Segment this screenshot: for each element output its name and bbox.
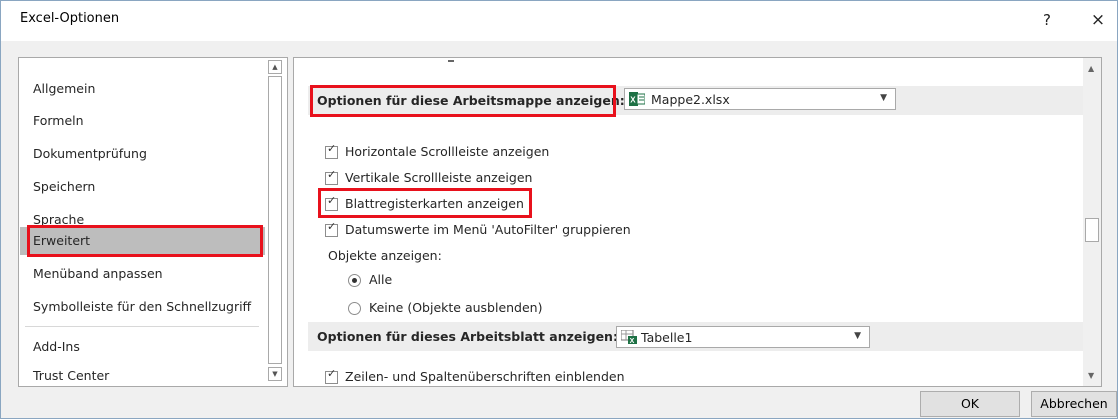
chevron-down-icon: ▼	[854, 331, 861, 341]
svg-text:X: X	[630, 338, 635, 344]
annotation-highlight-sheet-tabs	[318, 188, 532, 218]
sidebar-item-menueband[interactable]: Menüband anpassen	[20, 263, 265, 285]
sidebar-item-allgemein[interactable]: Allgemein	[20, 78, 265, 100]
excel-options-dialog: Excel-Optionen ? × Allgemein Formeln Dok…	[0, 0, 1118, 419]
scroll-down-icon[interactable]: ▼	[268, 367, 282, 381]
workbook-dropdown-value: Mappe2.xlsx	[651, 92, 730, 107]
option-row-col-headers[interactable]: Zeilen- und Spaltenüberschriften einblen…	[345, 367, 625, 386]
radio-all[interactable]	[348, 274, 361, 287]
sheet-dropdown[interactable]: X Tabelle1 ▼	[616, 326, 870, 348]
svg-text:X: X	[630, 96, 636, 105]
ok-button[interactable]: OK	[920, 391, 1020, 417]
workbook-dropdown[interactable]: X Mappe2.xlsx ▼	[624, 88, 896, 110]
checkbox-vertical-scroll[interactable]	[325, 168, 338, 185]
excel-workbook-icon: X	[629, 92, 645, 106]
sidebar-item-trust-center[interactable]: Trust Center	[20, 365, 265, 386]
checkbox-group-dates[interactable]	[325, 220, 338, 237]
scroll-remnant	[448, 60, 454, 62]
option-vertical-scroll[interactable]: Vertikale Scrollleiste anzeigen	[345, 168, 532, 188]
sidebar-item-dokumentpruefung[interactable]: Dokumentprüfung	[20, 143, 265, 165]
panel-scroll-thumb[interactable]	[1085, 218, 1099, 242]
nav-divider	[25, 326, 259, 327]
radio-none-label[interactable]: Keine (Objekte ausblenden)	[369, 298, 542, 318]
objects-label: Objekte anzeigen:	[328, 248, 442, 263]
sheet-dropdown-value: Tabelle1	[641, 330, 693, 345]
scroll-up-icon[interactable]: ▲	[1088, 64, 1094, 73]
sidebar-item-formeln[interactable]: Formeln	[20, 110, 265, 132]
excel-sheet-icon: X	[621, 330, 637, 344]
panel-scrollbar[interactable]: ▲ ▼	[1083, 58, 1101, 386]
scroll-down-icon[interactable]: ▼	[1088, 371, 1094, 380]
radio-none[interactable]	[348, 302, 361, 315]
option-group-dates[interactable]: Datumswerte im Menü 'AutoFilter' gruppie…	[345, 220, 631, 240]
checkbox-horizontal-scroll[interactable]	[325, 142, 338, 159]
nav-scroll-thumb[interactable]	[268, 76, 282, 364]
close-button[interactable]: ×	[1086, 9, 1110, 31]
annotation-highlight-erweitert	[27, 225, 263, 257]
checkbox-row-col-headers[interactable]	[325, 367, 338, 384]
sidebar-item-addins[interactable]: Add-Ins	[20, 336, 265, 358]
radio-all-label[interactable]: Alle	[369, 270, 392, 290]
scroll-up-icon[interactable]: ▲	[268, 60, 282, 74]
dialog-body: Allgemein Formeln Dokumentprüfung Speich…	[1, 41, 1117, 418]
dialog-title: Excel-Optionen	[20, 11, 120, 26]
nav-scrollbar[interactable]: ▲ ▼	[266, 58, 284, 384]
title-bar: Excel-Optionen ? ×	[1, 1, 1117, 41]
option-horizontal-scroll[interactable]: Horizontale Scrollleiste anzeigen	[345, 142, 549, 162]
category-list: Allgemein Formeln Dokumentprüfung Speich…	[18, 57, 288, 387]
help-button[interactable]: ?	[1035, 9, 1059, 31]
sidebar-item-schnellzugriff[interactable]: Symbolleiste für den Schnellzugriff	[20, 296, 265, 318]
sheet-options-label: Optionen für dieses Arbeitsblatt anzeige…	[317, 329, 618, 344]
sidebar-item-speichern[interactable]: Speichern	[20, 176, 265, 198]
settings-panel: Optionen für diese Arbeitsmappe anzeigen…	[293, 57, 1102, 387]
chevron-down-icon: ▼	[880, 93, 887, 103]
cancel-button[interactable]: Abbrechen	[1031, 391, 1117, 417]
annotation-highlight-workbook-label	[310, 85, 616, 117]
